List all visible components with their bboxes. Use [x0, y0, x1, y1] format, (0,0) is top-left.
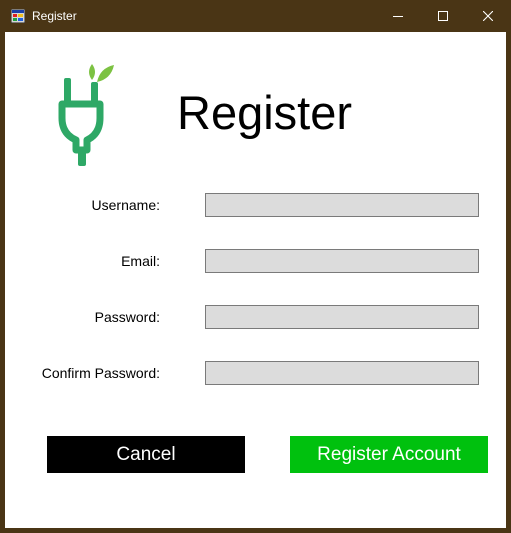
email-label: Email: — [121, 253, 160, 269]
page-title: Register — [177, 86, 353, 139]
window-title: Register — [32, 9, 77, 23]
minimize-button[interactable] — [375, 0, 421, 32]
app-icon[interactable] — [11, 9, 25, 23]
title-bar[interactable]: Register — [0, 0, 511, 32]
close-button[interactable] — [465, 0, 511, 32]
username-field[interactable] — [205, 193, 479, 217]
minimize-icon — [393, 16, 403, 17]
register-account-button[interactable]: Register Account — [290, 436, 488, 473]
maximize-button[interactable] — [420, 0, 466, 32]
register-window: Register Register Username: Email: Passw… — [0, 0, 511, 533]
plug-leaf-logo — [58, 64, 114, 166]
window-content: Register Username: Email: Password: Conf… — [5, 32, 506, 528]
password-label: Password: — [94, 309, 160, 325]
cancel-button[interactable]: Cancel — [47, 436, 245, 473]
maximize-icon — [438, 11, 448, 21]
confirm-password-label: Confirm Password: — [41, 365, 160, 381]
password-field[interactable] — [205, 305, 479, 329]
email-field[interactable] — [205, 249, 479, 273]
username-label: Username: — [91, 197, 160, 213]
confirm-password-field[interactable] — [205, 361, 479, 385]
close-icon — [483, 11, 493, 21]
